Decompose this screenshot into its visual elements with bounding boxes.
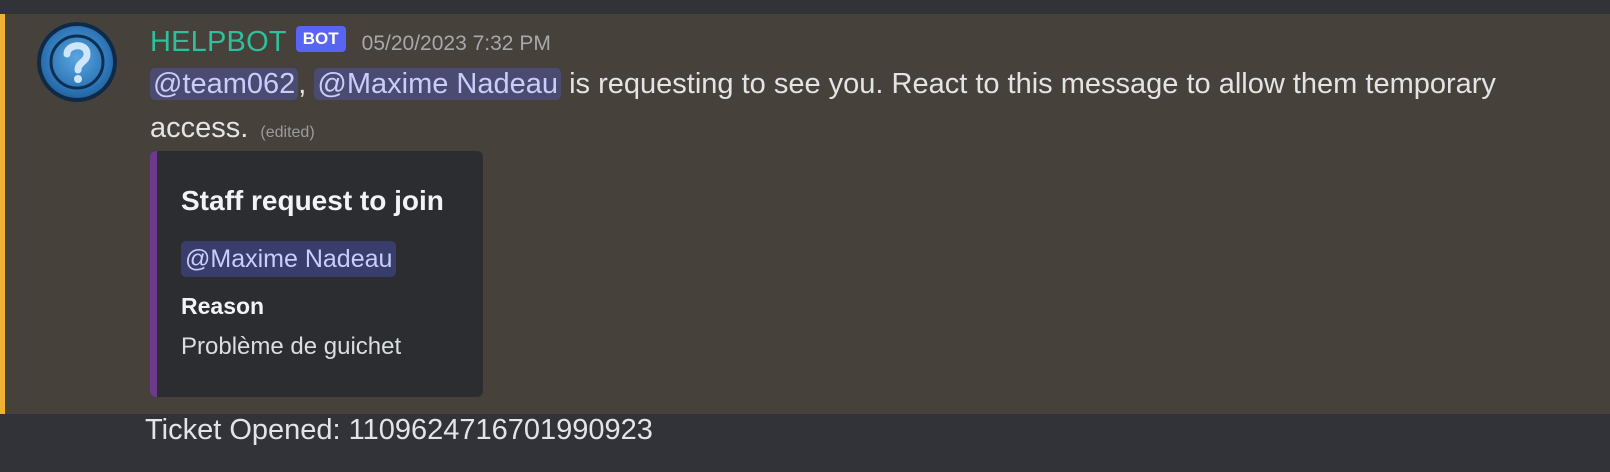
- message-header: HELPBOT BOT 05/20/2023 7:32 PM: [150, 24, 551, 60]
- mention-user[interactable]: @Maxime Nadeau: [314, 68, 562, 100]
- embed-accent-bar: [150, 151, 157, 397]
- author-name[interactable]: HELPBOT: [150, 26, 287, 59]
- embed-field-value: Problème de guichet: [181, 333, 402, 360]
- embed-title: Staff request to join: [181, 185, 444, 216]
- question-mark-icon: [49, 34, 105, 90]
- bot-message[interactable]: HELPBOT BOT 05/20/2023 7:32 PM @team062,…: [0, 14, 1610, 414]
- previous-message-area: [0, 0, 1610, 14]
- mention-team[interactable]: @team062: [150, 68, 299, 100]
- staff-request-embed: Staff request to join @Maxime Nadeau Rea…: [150, 151, 483, 397]
- mention-separator: ,: [298, 68, 307, 100]
- message-content: @team062, @Maxime Nadeau is requesting t…: [150, 62, 1570, 155]
- ticket-opened-message: Ticket Opened: 1109624716701990923: [145, 414, 653, 446]
- bot-badge: BOT: [295, 26, 346, 52]
- bot-avatar[interactable]: [37, 22, 117, 102]
- embed-field-name: Reason: [181, 293, 265, 319]
- embed-mention-user[interactable]: @Maxime Nadeau: [181, 241, 397, 277]
- edited-label: (edited): [260, 124, 315, 141]
- message-timestamp[interactable]: 05/20/2023 7:32 PM: [362, 32, 551, 56]
